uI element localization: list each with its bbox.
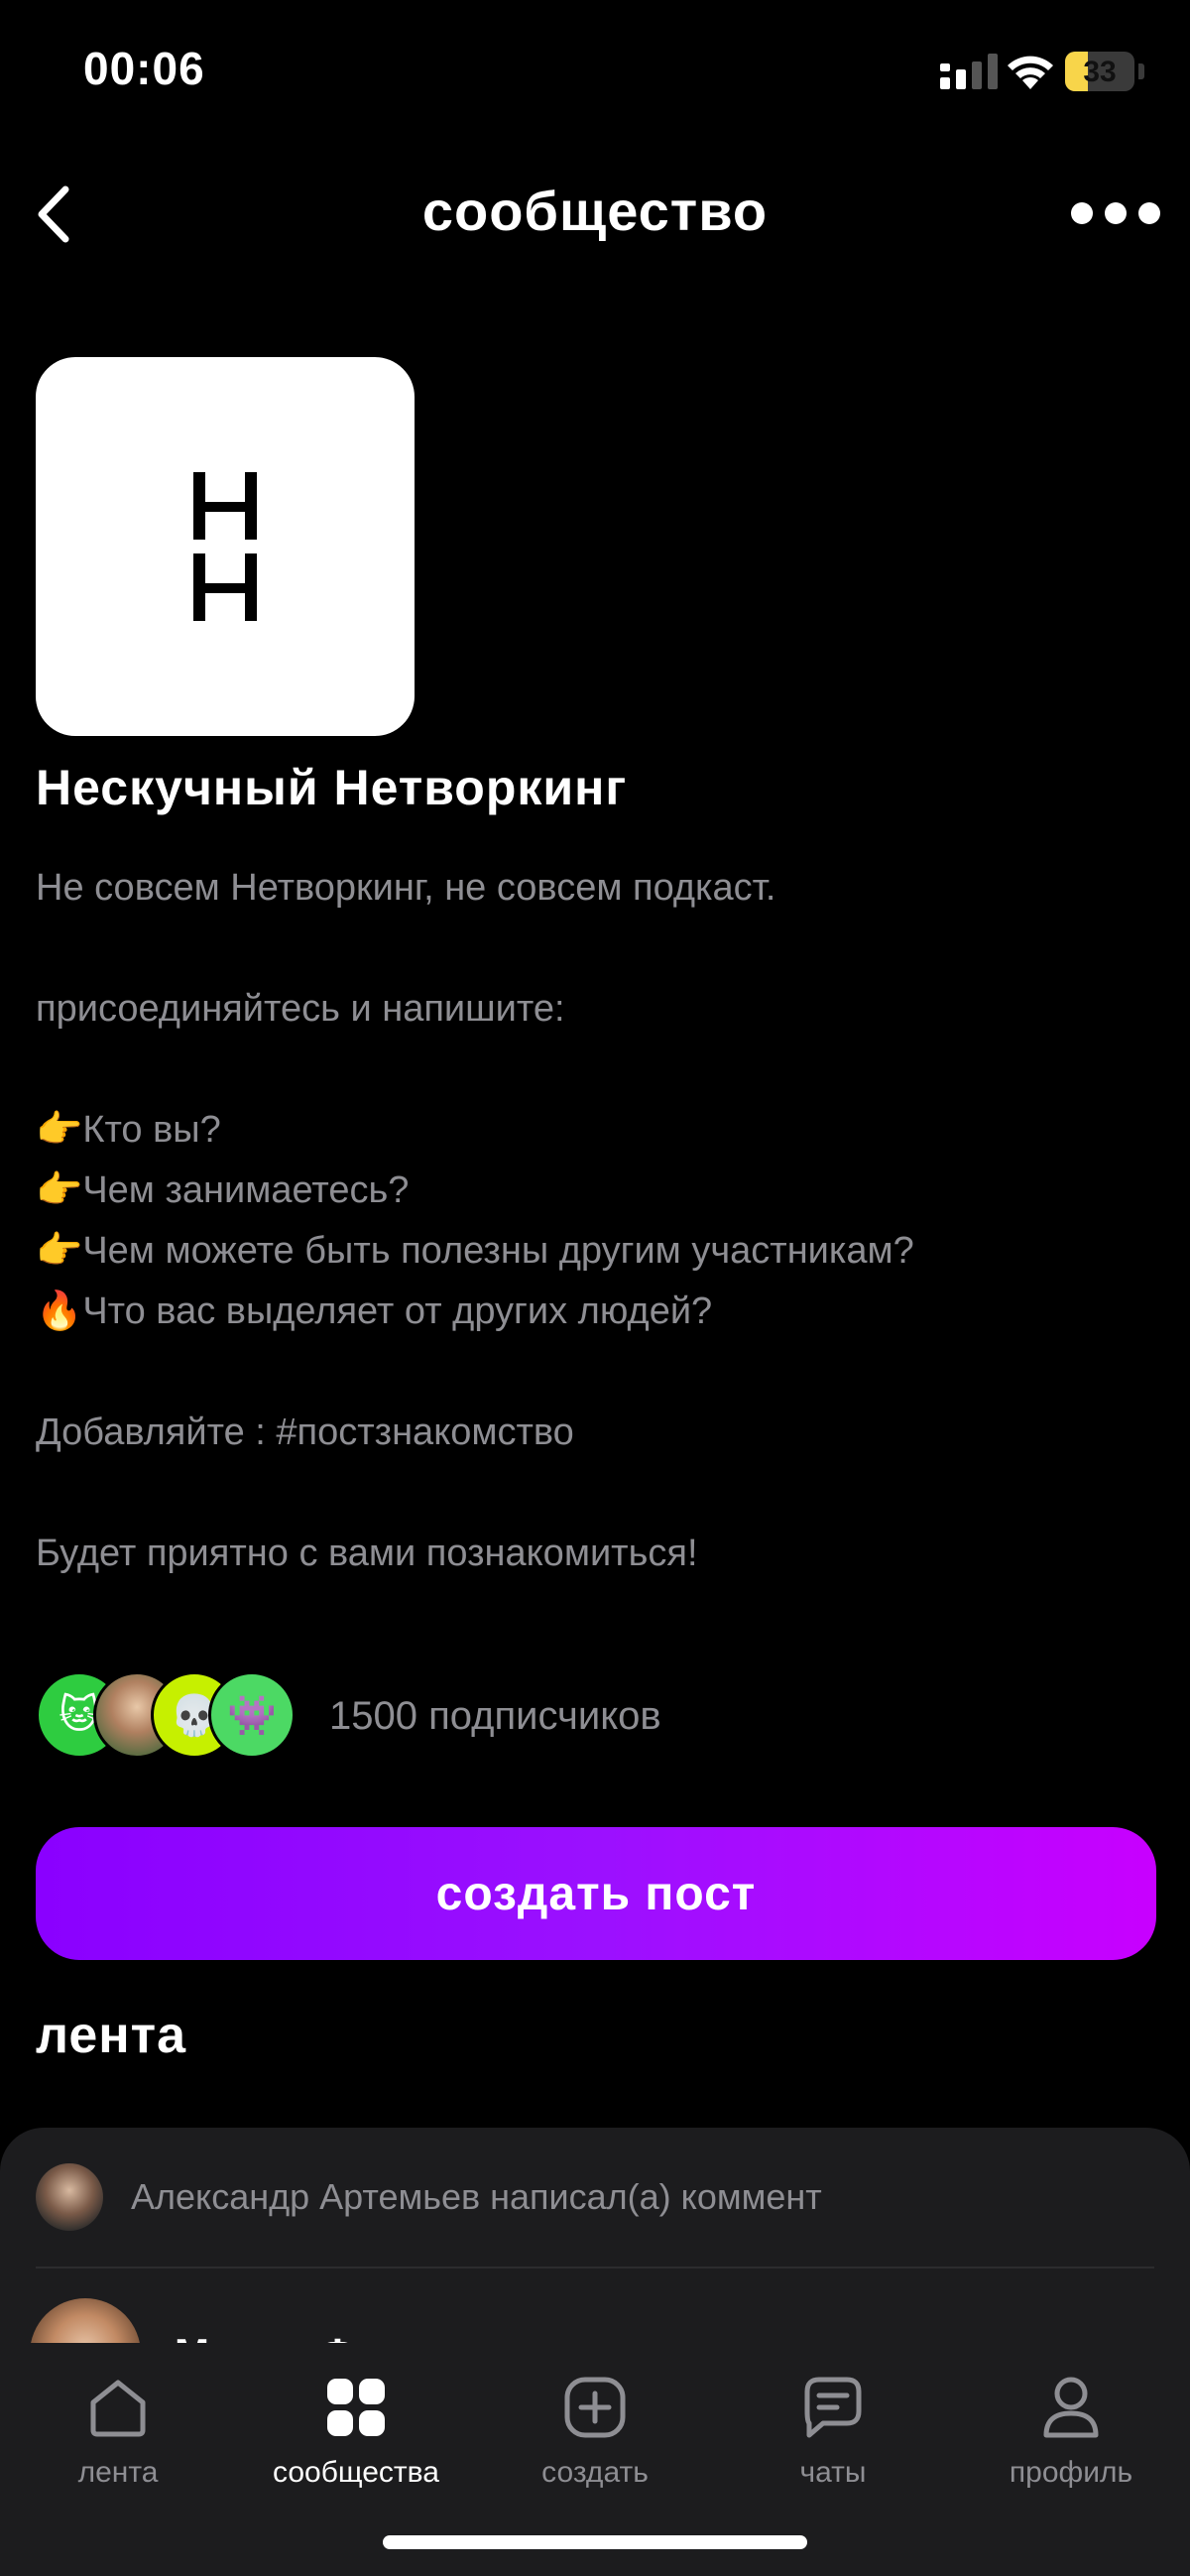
battery-tip bbox=[1138, 63, 1144, 79]
tab-label: создать bbox=[541, 2456, 649, 2489]
status-bar: 00:06 33 bbox=[0, 0, 1190, 139]
create-post-button[interactable]: создать пост bbox=[36, 1827, 1156, 1960]
activity-row[interactable]: Александр Артемьев написал(а) коммент bbox=[36, 2157, 1154, 2237]
feed-title: лента bbox=[36, 2007, 187, 2064]
tab-label: чаты bbox=[799, 2456, 867, 2489]
description-line: Будет приятно с вами познакомиться! bbox=[36, 1533, 698, 1574]
more-horizontal-icon bbox=[1071, 202, 1093, 224]
wifi-icon bbox=[1008, 56, 1053, 89]
community-description: Не совсем Нетворкинг, не совсем подкаст.… bbox=[36, 858, 1146, 1584]
tab-communities[interactable]: сообщества bbox=[257, 2373, 455, 2502]
community-logo bbox=[36, 357, 415, 736]
status-time: 00:06 bbox=[83, 43, 205, 94]
description-line: присоединяйтесь и напишите: bbox=[36, 988, 565, 1030]
more-horizontal-icon bbox=[1105, 202, 1127, 224]
description-line bbox=[36, 1040, 1146, 1100]
battery-level: 33 bbox=[1083, 56, 1117, 88]
page-title: сообщество bbox=[421, 180, 769, 242]
more-button[interactable] bbox=[1071, 188, 1160, 238]
tab-chats[interactable]: чаты bbox=[734, 2373, 932, 2502]
tab-profile[interactable]: профиль bbox=[972, 2373, 1170, 2502]
avatar bbox=[36, 2163, 103, 2231]
home-indicator[interactable] bbox=[383, 2535, 807, 2549]
tab-label: сообщества bbox=[273, 2456, 439, 2489]
description-line: 👉Кто вы? bbox=[36, 1109, 221, 1151]
tab-create[interactable]: создать bbox=[496, 2373, 694, 2502]
plus-square-icon bbox=[564, 2377, 626, 2438]
cellular-signal-icon bbox=[940, 54, 998, 89]
subscriber-avatars: 🐱 💀 👾 bbox=[36, 1671, 296, 1761]
tab-label: профиль bbox=[1009, 2456, 1133, 2489]
more-horizontal-icon bbox=[1138, 202, 1160, 224]
community-logo-mark bbox=[193, 472, 257, 621]
chat-icon bbox=[804, 2377, 862, 2438]
tab-feed[interactable]: лента bbox=[19, 2373, 217, 2502]
hashtag-line[interactable]: Добавляйте : #постзнакомство bbox=[36, 1403, 1146, 1463]
community-name: Нескучный Нетворкинг bbox=[36, 760, 628, 815]
subscribers-count: 1500 подписчиков bbox=[329, 1693, 661, 1738]
description-line bbox=[36, 1342, 1146, 1403]
divider bbox=[36, 2267, 1154, 2269]
description-line: 👉Чем занимаетесь? bbox=[36, 1169, 410, 1211]
subscribers-row[interactable]: 🐱 💀 👾 1500 подписчиков bbox=[36, 1671, 661, 1761]
description-line bbox=[36, 919, 1146, 979]
home-icon bbox=[90, 2380, 146, 2437]
grid-icon bbox=[327, 2379, 385, 2436]
avatar: 👾 bbox=[208, 1671, 296, 1759]
description-line: 🔥Что вас выделяет от других людей? bbox=[36, 1290, 713, 1332]
description-line bbox=[36, 1463, 1146, 1524]
user-icon bbox=[1043, 2377, 1099, 2438]
battery-icon: 33 bbox=[1065, 52, 1134, 91]
tab-label: лента bbox=[77, 2456, 159, 2489]
description-line: Не совсем Нетворкинг, не совсем подкаст. bbox=[36, 867, 776, 909]
activity-text: Александр Артемьев написал(а) коммент bbox=[131, 2176, 822, 2217]
description-line: 👉Чем можете быть полезны другим участник… bbox=[36, 1230, 914, 1272]
